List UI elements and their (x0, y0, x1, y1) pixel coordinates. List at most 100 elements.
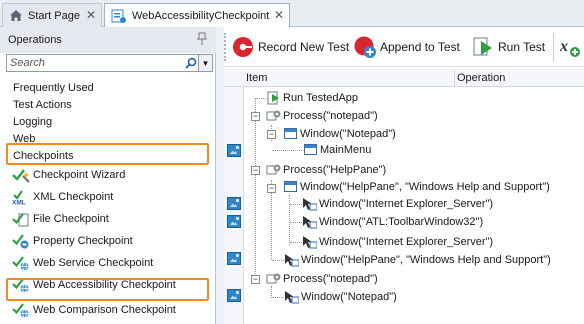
search-input[interactable]: Search (7, 57, 184, 69)
operation-label: Property Checkpoint (33, 234, 133, 247)
pin-icon[interactable] (196, 32, 208, 46)
tree-row-internet-explorer-server[interactable]: Window("Internet Explorer_Server") (302, 195, 493, 213)
svg-text:x: x (559, 38, 568, 55)
tree-guide-line (289, 195, 290, 245)
tree-row-run-tested-app[interactable]: Run TestedApp (266, 89, 358, 107)
toolbar-grip[interactable] (224, 33, 227, 61)
search-icon[interactable] (184, 55, 198, 71)
pointer-window-icon (303, 236, 317, 249)
collapse-toggle[interactable]: − (251, 275, 260, 284)
tree-row-window-notepad-2[interactable]: Window("Notepad") (284, 288, 397, 306)
category-test-actions[interactable]: Test Actions (13, 96, 72, 113)
pointer-window-icon (285, 291, 299, 304)
pointer-window-icon (303, 198, 317, 211)
record-icon (233, 37, 253, 57)
checkpoint-image-icon[interactable] (227, 197, 241, 210)
collapse-toggle[interactable]: − (267, 130, 276, 139)
tree-row-process-notepad-2[interactable]: Process("notepad") (266, 270, 378, 288)
web-accessibility-highlight (6, 278, 209, 301)
operation-file-checkpoint[interactable]: File Checkpoint (12, 210, 109, 227)
process-icon (266, 273, 281, 284)
process-icon (266, 164, 281, 175)
append-record-icon (354, 36, 376, 58)
column-header-item[interactable]: Item (246, 72, 267, 84)
tree-row-label: Process("notepad") (283, 273, 378, 285)
checkpoint-image-icon[interactable] (227, 289, 241, 302)
home-icon (10, 10, 22, 21)
tree-branch (256, 98, 266, 99)
file-checkpoint-icon (12, 212, 29, 226)
run-test-label: Run Test (498, 40, 546, 54)
keyword-test-icon (111, 9, 126, 23)
tree-row-label: Process("notepad") (283, 110, 378, 122)
operation-property-checkpoint[interactable]: Property Checkpoint (12, 232, 133, 249)
append-to-test-button[interactable]: Append to Test (354, 35, 460, 59)
operations-panel: Operations Search ▼ Frequently Used Test… (0, 27, 216, 324)
tab-start-page-label: Start Page (28, 9, 80, 22)
close-icon[interactable]: ✕ (86, 8, 96, 22)
checkpoint-wizard-icon (12, 168, 30, 183)
tree-row-process-helppane[interactable]: Process("HelpPane") (266, 161, 386, 179)
record-new-test-button[interactable]: Record New Test (232, 35, 349, 59)
collapse-toggle[interactable]: − (251, 112, 260, 121)
tree-branch (290, 242, 302, 243)
collapse-toggle[interactable]: − (251, 166, 260, 175)
pointer-window-icon (285, 254, 299, 267)
operations-panel-header: Operations (0, 27, 216, 53)
process-icon (266, 110, 281, 121)
tree-row-label: Window("ATL:ToolbarWindow32") (319, 216, 484, 228)
web-comparison-checkpoint-icon (12, 302, 29, 318)
tab-active-label: WebAccessibilityCheckpoint (132, 10, 270, 22)
operations-panel-title: Operations (8, 34, 62, 46)
operation-label: XML Checkpoint (33, 190, 114, 203)
tree-row-label: MainMenu (320, 144, 372, 156)
operation-label: File Checkpoint (33, 212, 109, 225)
column-header-operation[interactable]: Operation (457, 72, 505, 84)
chevron-down-icon[interactable]: ▼ (198, 55, 212, 71)
operation-web-service-checkpoint[interactable]: Web Service Checkpoint (12, 254, 153, 271)
category-frequently-used[interactable]: Frequently Used (13, 79, 94, 96)
document-tab-bar: Start Page ✕ WebAccessibilityCheckpoint … (0, 0, 584, 28)
collapse-toggle[interactable]: − (267, 184, 276, 193)
close-icon[interactable]: ✕ (274, 8, 284, 22)
run-icon (473, 37, 492, 56)
category-label: Test Actions (13, 98, 72, 111)
tree-row-label: Window("Notepad") (301, 291, 397, 303)
add-variable-button[interactable]: x (559, 35, 584, 59)
checkpoint-image-icon[interactable] (227, 144, 241, 157)
category-label: Frequently Used (13, 81, 94, 94)
toolbar-separator (553, 33, 554, 61)
tree-row-atl-toolbar[interactable]: Window("ATL:ToolbarWindow32") (302, 213, 483, 231)
tree-branch (272, 260, 284, 261)
pointer-window-icon (303, 216, 317, 229)
tree-branch (290, 204, 302, 205)
tab-web-accessibility-checkpoint[interactable]: WebAccessibilityCheckpoint ✕ (104, 3, 290, 28)
append-to-test-label: Append to Test (380, 40, 460, 54)
operations-search-box[interactable]: Search ▼ (6, 54, 213, 72)
tree-row-label: Window("Internet Explorer_Server") (319, 236, 494, 248)
menu-icon (303, 143, 318, 157)
tree-row-label: Process("HelpPane") (283, 164, 387, 176)
tree-row-internet-explorer-server-2[interactable]: Window("Internet Explorer_Server") (302, 233, 493, 251)
operation-web-comparison-checkpoint[interactable]: Web Comparison Checkpoint (12, 301, 176, 318)
category-logging[interactable]: Logging (13, 113, 52, 130)
tree-row-main-menu[interactable]: MainMenu (303, 141, 371, 159)
column-divider[interactable] (454, 69, 455, 87)
window-icon (283, 127, 298, 141)
tree-row-process-notepad[interactable]: Process("notepad") (266, 107, 378, 125)
checkpoints-highlight (6, 143, 209, 165)
operation-xml-checkpoint[interactable]: XML XML Checkpoint (12, 188, 113, 205)
variable-add-icon: x (559, 38, 580, 57)
tree-row-window-helppane-2[interactable]: Window("HelpPane", "Windows Help and Sup… (284, 251, 551, 269)
window-icon (283, 180, 298, 194)
panel-splitter[interactable] (216, 27, 224, 324)
tree-row-window-helppane[interactable]: Window("HelpPane", "Windows Help and Sup… (283, 178, 550, 196)
run-test-button[interactable]: Run Test (472, 35, 545, 59)
checkpoint-image-icon[interactable] (227, 215, 241, 228)
checkpoint-image-icon[interactable] (227, 252, 241, 265)
category-label: Logging (13, 115, 53, 128)
tab-start-page[interactable]: Start Page ✕ (2, 3, 102, 27)
operation-label: Web Service Checkpoint (33, 256, 154, 269)
operation-checkpoint-wizard[interactable]: Checkpoint Wizard (12, 166, 125, 183)
tree-branch (272, 150, 302, 151)
